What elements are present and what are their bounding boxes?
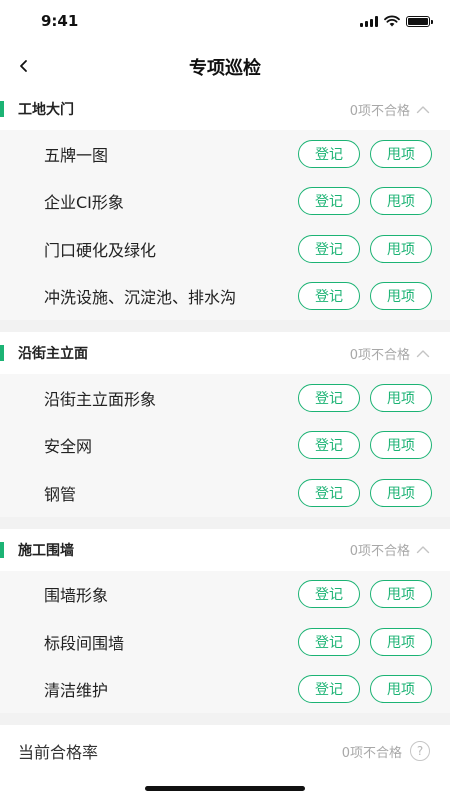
chevron-up-icon[interactable] [416,349,430,358]
question-circle-icon[interactable]: ? [410,741,430,761]
list-item: 标段间围墙 登记 甩项 [0,618,450,666]
item-actions: 登记 甩项 [298,178,432,226]
push-item-button[interactable]: 甩项 [370,580,432,609]
status-bar: 9:41 [0,0,450,44]
register-button[interactable]: 登记 [298,139,360,168]
home-indicator [145,786,305,791]
item-label: 围墙形象 [44,586,109,606]
push-item-button[interactable]: 甩项 [370,383,432,412]
item-label: 清洁维护 [44,681,109,701]
register-button[interactable]: 登记 [298,282,360,311]
wifi-icon [384,15,400,27]
inspection-content: 工地大门 0项不合格 五牌一图 登记 甩项 企业CI形象 登记 甩项 门口硬化及… [0,88,450,777]
list-item: 围墙形象 登记 甩项 [0,571,450,619]
item-actions: 登记 甩项 [298,225,432,273]
chevron-up-icon[interactable] [416,105,430,114]
section-title: 施工围墙 [18,542,74,559]
section-accent-bar [0,345,4,361]
push-item-button[interactable]: 甩项 [370,627,432,656]
section-header-gate[interactable]: 工地大门 0项不合格 [0,88,450,130]
register-button[interactable]: 登记 [298,580,360,609]
section-title: 工地大门 [18,102,74,118]
list-item: 企业CI形象 登记 甩项 [0,178,450,226]
register-button[interactable]: 登记 [298,383,360,412]
chevron-up-icon[interactable] [416,545,430,554]
list-item: 五牌一图 登记 甩项 [0,130,450,178]
push-item-button[interactable]: 甩项 [370,675,432,704]
item-label: 五牌一图 [44,145,109,165]
section-status: 0项不合格 [350,88,430,130]
battery-icon [406,15,433,27]
register-button[interactable]: 登记 [298,627,360,656]
item-label: 门口硬化及绿化 [44,240,157,260]
push-item-button[interactable]: 甩项 [370,478,432,507]
item-label: 安全网 [44,437,93,457]
item-actions: 登记 甩项 [298,571,432,619]
section-fail-count: 0项不合格 [349,103,410,119]
register-button[interactable]: 登记 [298,431,360,460]
item-actions: 登记 甩项 [298,273,432,321]
list-item: 清洁维护 登记 甩项 [0,666,450,714]
push-item-button[interactable]: 甩项 [370,187,432,216]
section-status: 0项不合格 [350,529,430,571]
pass-rate-fail-count: 0项不合格 [341,745,402,761]
register-button[interactable]: 登记 [298,187,360,216]
section-divider [0,713,450,725]
section-status: 0项不合格 [350,332,430,374]
item-label: 冲洗设施、沉淀池、排水沟 [44,288,237,308]
item-actions: 登记 甩项 [298,422,432,470]
list-item: 门口硬化及绿化 登记 甩项 [0,225,450,273]
section-title: 沿街主立面 [18,346,88,362]
push-item-button[interactable]: 甩项 [370,282,432,311]
section-divider [0,320,450,332]
section-divider [0,516,450,529]
section-items: 五牌一图 登记 甩项 企业CI形象 登记 甩项 门口硬化及绿化 登记 甩项 冲洗… [0,130,450,320]
item-label: 沿街主立面形象 [44,389,157,409]
page-title: 专项巡检 [189,58,261,79]
item-actions: 登记 甩项 [298,618,432,666]
section-header-construction-wall[interactable]: 施工围墙 0项不合格 [0,528,450,571]
list-item: 钢管 登记 甩项 [0,469,450,517]
item-actions: 登记 甩项 [298,469,432,517]
list-item: 沿街主立面形象 登记 甩项 [0,374,450,422]
section-header-street-facade[interactable]: 沿街主立面 0项不合格 [0,332,450,374]
item-actions: 登记 甩项 [298,374,432,422]
item-actions: 登记 甩项 [298,130,432,178]
item-label: 钢管 [44,484,77,504]
list-item: 安全网 登记 甩项 [0,422,450,470]
section-items: 沿街主立面形象 登记 甩项 安全网 登记 甩项 钢管 登记 甩项 [0,374,450,517]
register-button[interactable]: 登记 [298,234,360,263]
nav-bar: 专项巡检 [0,44,450,88]
push-item-button[interactable]: 甩项 [370,234,432,263]
item-label: 标段间围墙 [44,633,125,653]
status-time: 9:41 [41,12,79,30]
register-button[interactable]: 登记 [298,478,360,507]
section-items: 围墙形象 登记 甩项 标段间围墙 登记 甩项 清洁维护 登记 甩项 [0,570,450,714]
section-fail-count: 0项不合格 [349,544,410,559]
pass-rate-row: 当前合格率 0项不合格 ? [0,725,450,777]
section-fail-count: 0项不合格 [349,347,410,363]
list-item: 冲洗设施、沉淀池、排水沟 登记 甩项 [0,273,450,321]
item-label: 企业CI形象 [44,193,124,213]
pass-rate-status: 0项不合格 ? [342,725,430,777]
push-item-button[interactable]: 甩项 [370,139,432,168]
status-icons [360,14,433,28]
push-item-button[interactable]: 甩项 [370,431,432,460]
register-button[interactable]: 登记 [298,675,360,704]
section-accent-bar [0,541,4,558]
cellular-signal-icon [360,15,378,27]
item-actions: 登记 甩项 [298,666,432,714]
pass-rate-label: 当前合格率 [18,743,99,762]
section-accent-bar [0,101,4,117]
